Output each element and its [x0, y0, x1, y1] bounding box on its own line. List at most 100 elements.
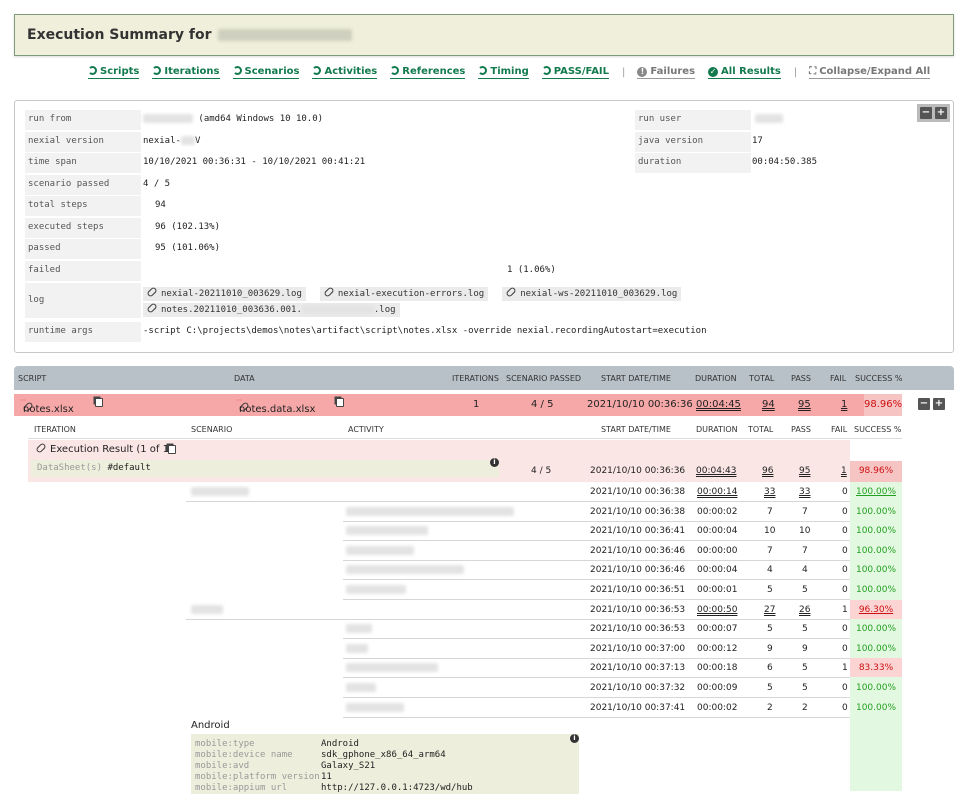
row-divider	[343, 599, 850, 600]
row-divider	[343, 658, 850, 659]
scenario-name-redacted	[191, 605, 223, 614]
redacted	[143, 114, 193, 123]
nav-separator: |	[793, 66, 798, 78]
start: 2021/10/10 00:36:46	[590, 565, 686, 575]
total: 9	[767, 644, 773, 654]
total[interactable]: 96	[762, 466, 773, 476]
activity-name-redacted	[346, 703, 404, 712]
duration: 00:00:09	[697, 683, 738, 693]
log-link[interactable]: nexial-execution-errors.log	[319, 286, 489, 301]
expand-button[interactable]: +	[935, 107, 947, 119]
collapse-button[interactable]: −	[918, 398, 930, 410]
start: 2021/10/10 00:36:46	[590, 546, 686, 556]
label: failed	[25, 261, 141, 281]
duration: 00:00:18	[697, 663, 738, 673]
col-success: SUCCESS %	[855, 374, 903, 383]
success: 100.00%	[855, 546, 897, 556]
success: 100.00%	[855, 507, 897, 517]
value: nexial- V	[143, 136, 201, 146]
pass[interactable]: 95	[798, 399, 811, 410]
row-run-from: run from (amd64 Windows 10 10.0) run use…	[25, 110, 925, 131]
fail: 0	[842, 546, 848, 556]
link-icon	[146, 286, 158, 298]
start: 2021/10/10 00:36:38	[590, 487, 686, 497]
label: run user	[635, 110, 751, 130]
nav-activities[interactable]: Activities	[312, 65, 378, 79]
duration[interactable]: 00:00:50	[697, 605, 737, 615]
expand-button[interactable]: +	[933, 398, 945, 410]
redacted	[755, 114, 783, 123]
fail: 0	[842, 487, 848, 497]
start: 2021/10/10 00:36:36	[590, 466, 686, 476]
total[interactable]: 94	[762, 399, 775, 410]
nav-collapse-expand[interactable]: ⛶ Collapse/Expand All	[809, 66, 931, 79]
nav-scenarios[interactable]: Scenarios	[232, 65, 300, 79]
section-nav: Scripts Iterations Scenarios Activities …	[88, 64, 943, 80]
nav-all-results[interactable]: ✓ All Results	[708, 66, 781, 79]
col-data: DATA	[234, 374, 255, 383]
check-icon: ✓	[708, 66, 719, 77]
col-scenario-passed: SCENARIO PASSED	[506, 374, 582, 383]
start: 2021/10/10 00:36:53	[590, 605, 686, 615]
duration[interactable]: 00:00:14	[697, 487, 737, 497]
link-icon	[146, 302, 158, 314]
execution-result-link[interactable]: Execution Result (1 of 1)	[35, 442, 173, 455]
value: 10/10/2021 00:36:31 - 10/10/2021 00:41:2…	[143, 157, 366, 167]
start: 2021/10/10 00:37:32	[590, 683, 686, 693]
label: scenario passed	[25, 175, 141, 195]
pass: 10	[799, 526, 811, 536]
col-activity: ACTIVITY	[348, 425, 384, 434]
data-link[interactable]: notes.data.xlsx	[236, 399, 315, 415]
fail[interactable]: 1	[841, 466, 847, 476]
copy-icon[interactable]	[168, 445, 176, 454]
row-divider	[186, 501, 850, 502]
scenario-passed: 4 / 5	[531, 466, 552, 476]
pass[interactable]: 33	[799, 487, 810, 497]
total: 5	[767, 624, 773, 634]
col-duration: DURATION	[695, 374, 737, 383]
nav-references[interactable]: References	[390, 65, 466, 79]
nav-failures[interactable]: ! Failures	[637, 66, 696, 79]
success: 98.96%	[858, 466, 894, 476]
toggle-icon	[152, 65, 162, 75]
row-divider	[343, 579, 850, 580]
log-link[interactable]: nexial-20211010_003629.log	[143, 286, 306, 301]
activity-name-redacted	[346, 683, 376, 692]
fail[interactable]: 1	[841, 399, 847, 410]
total: 5	[767, 683, 773, 693]
row-scenario-passed: scenario passed 4 / 5	[25, 175, 925, 196]
copy-icon[interactable]	[95, 398, 103, 407]
nav-timing[interactable]: Timing	[478, 65, 529, 79]
nav-scripts[interactable]: Scripts	[88, 65, 140, 79]
copy-icon[interactable]	[336, 398, 344, 407]
value: 17	[752, 136, 763, 146]
log-link[interactable]: notes.20211010_003636.001. .log	[143, 302, 400, 317]
total[interactable]: 27	[764, 605, 775, 615]
iterations: 1	[473, 399, 480, 410]
fail: 1	[842, 663, 848, 673]
log-link[interactable]: nexial-ws-20211010_003629.log	[502, 286, 682, 301]
pass[interactable]: 26	[799, 605, 810, 615]
script-link[interactable]: notes.xlsx	[20, 399, 74, 415]
col-script: SCRIPT	[18, 374, 47, 383]
log-links: nexial-20211010_003629.log nexial-executi…	[143, 286, 695, 301]
total: 5	[767, 585, 773, 595]
success: 100.00%	[855, 624, 897, 634]
row-divider	[186, 619, 850, 620]
pass: 7	[802, 546, 808, 556]
value: 94	[155, 200, 166, 210]
duration[interactable]: 00:04:45	[696, 399, 741, 410]
nav-passfail[interactable]: PASS/FAIL	[541, 65, 610, 79]
run-id-redacted	[217, 29, 352, 41]
col-start: START DATE/TIME	[601, 425, 671, 434]
pass[interactable]: 95	[799, 466, 810, 476]
duration[interactable]: 00:04:43	[696, 466, 736, 476]
info-icon[interactable]: i	[490, 458, 499, 467]
nav-iterations[interactable]: Iterations	[152, 65, 220, 79]
total: 7	[767, 546, 773, 556]
page-title: Execution Summary for	[27, 27, 352, 43]
total[interactable]: 33	[764, 487, 775, 497]
title-bar: Execution Summary for	[14, 14, 954, 56]
info-icon[interactable]: i	[570, 734, 579, 743]
label: log	[25, 283, 141, 318]
